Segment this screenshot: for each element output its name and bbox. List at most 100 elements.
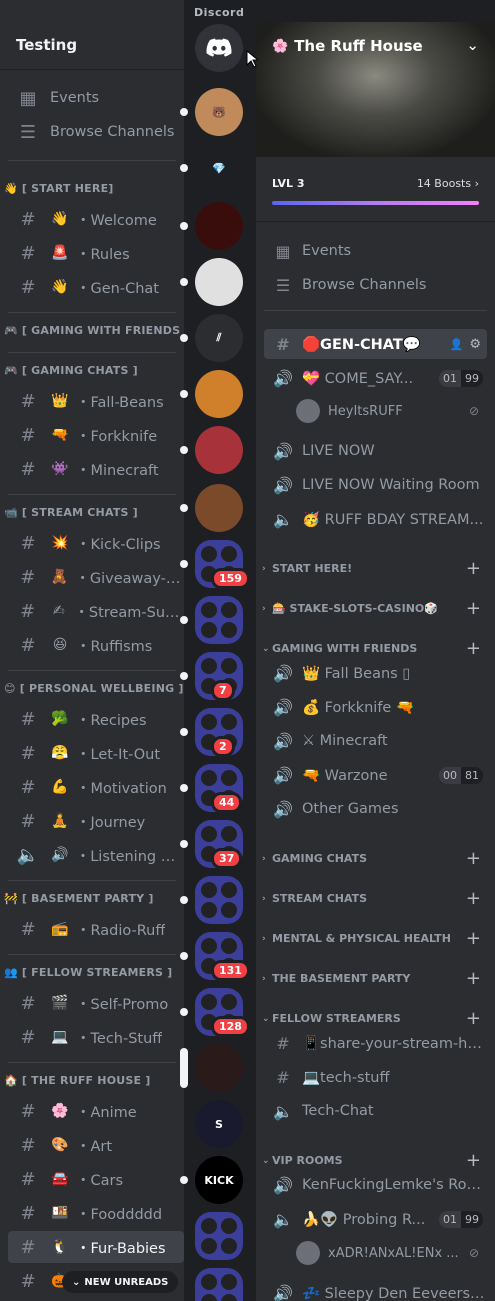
channel-item[interactable]: 🔊 Other Games (264, 794, 487, 824)
channel-item[interactable]: # 🚨 ・Rules (8, 237, 184, 269)
channel-item[interactable]: 🔊 KenFuckingLemke's Room (264, 1170, 487, 1200)
channel-item[interactable]: # 🥦 ・Recipes (8, 703, 184, 735)
unread-pip (180, 334, 188, 342)
category-header[interactable]: ⌄ GAMING WITH FRIENDS + (262, 638, 489, 659)
server-kick-icon[interactable]: KICK (195, 1156, 243, 1204)
channel-emoji: 👋 (51, 279, 69, 295)
channel-item[interactable]: # 🍱 ・Fooddddd (8, 1197, 184, 1229)
category-header[interactable]: › STREAM CHATS + (262, 888, 489, 909)
folder-2-icon[interactable] (195, 596, 243, 644)
chevron-down-icon[interactable]: ⌄ (466, 36, 479, 54)
create-channel-icon[interactable]: + (466, 848, 481, 869)
channel-item[interactable]: # 👾 ・Minecraft (8, 453, 184, 485)
channel-item[interactable]: # 💻 ・Tech-Stuff (8, 1021, 184, 1053)
channel-item[interactable]: # 👋 ・Gen-Chat (8, 271, 184, 303)
channel-item[interactable]: # 🧘 ・Journey (8, 805, 184, 837)
category-header[interactable]: 🏠 [ THE RUFF HOUSE ] (4, 1074, 150, 1087)
channel-item[interactable]: 🔈 🍌👽 Probing R... 01 99 (264, 1204, 487, 1234)
server-car-red-icon[interactable] (195, 426, 243, 474)
channel-item[interactable]: # 💪 ・Motivation (8, 771, 184, 803)
server-banner[interactable]: 🌸 The Ruff House ⌄ (256, 22, 495, 157)
channel-item[interactable]: # 🎬 ・Self-Promo (8, 987, 184, 1019)
category-header[interactable]: ⌄ FELLOW STREAMERS + (262, 1008, 489, 1029)
add-member-icon[interactable]: 👤 (450, 338, 464, 351)
channel-item[interactable]: # 👑 ・Fall-Beans (8, 385, 184, 417)
category-header[interactable]: › START HERE! + (262, 558, 489, 579)
events-item[interactable]: ▦ Events (8, 82, 184, 114)
channel-item[interactable]: # ✍ ・Stream-Sug... (8, 595, 184, 627)
channel-item[interactable]: 🔊 💝 COME_SAY... 01 99 (264, 363, 487, 393)
server-neon-icon[interactable]: S (195, 1100, 243, 1148)
create-channel-icon[interactable]: + (466, 638, 481, 659)
channel-item[interactable]: # 🛑GEN-CHAT💬 👤 ⚙ (264, 329, 487, 359)
channel-item[interactable]: # 💻tech-stuff (264, 1062, 487, 1092)
channel-item[interactable]: # 🔫 ・Forkknife (8, 419, 184, 451)
category-header[interactable]: › MENTAL & PHYSICAL HEALTH + (262, 928, 489, 949)
channel-item[interactable]: ☰ Browse Channels (264, 270, 487, 300)
gear-icon[interactable]: ⚙ (469, 337, 481, 352)
create-channel-icon[interactable]: + (466, 558, 481, 579)
channel-item[interactable]: 🔊 LIVE NOW Waiting Room (264, 470, 487, 500)
server-man-fire-icon[interactable] (195, 484, 243, 532)
server-man-orange-icon[interactable] (195, 370, 243, 418)
channel-label: ・Minecraft (76, 462, 159, 479)
channel-item[interactable]: 🔊 💤 Sleepy Den Eeveers ... (264, 1278, 487, 1301)
channel-item[interactable]: 🔊 LIVE NOW (264, 436, 487, 466)
channel-item[interactable]: # 😆 ・Ruffisms (8, 629, 184, 661)
new-unreads-pill[interactable]: ⌄ NEW UNREADS (62, 1271, 179, 1293)
category-header[interactable]: 📹 [ STREAM CHATS ] (4, 506, 138, 519)
channel-item[interactable]: 🔊 🔫 Warzone 00 81 (264, 760, 487, 790)
server-name-header[interactable]: Testing (0, 0, 184, 70)
folder-10-icon[interactable] (195, 1212, 243, 1260)
voice-user[interactable]: xADR!ANxAL!ENx ... ⊘ (296, 1238, 487, 1268)
channel-label: ・Radio-Ruff (76, 922, 166, 939)
folder-11-icon[interactable] (195, 1268, 243, 1301)
channel-item[interactable]: # 🧸 ・Giveaway-F... (8, 561, 184, 593)
channel-item[interactable]: 🔊 💰 Forkknife 🔫 (264, 692, 487, 722)
create-channel-icon[interactable]: + (466, 888, 481, 909)
channel-item[interactable]: # 👋 ・Welcome (8, 203, 184, 235)
server-title[interactable]: 🌸 The Ruff House (272, 37, 423, 55)
channel-item[interactable]: # 🐧 ・Fur-Babies (8, 1231, 184, 1263)
server-diamond-icon[interactable]: 💎 (195, 144, 243, 192)
server-stripes-icon[interactable]: ⫽ (195, 314, 243, 362)
category-header[interactable]: 👥 [ FELLOW STREAMERS ] (4, 966, 172, 979)
channel-item[interactable]: 🔈 🔊 ・Listening Ear (8, 839, 184, 871)
server-person-dark-icon[interactable] (195, 1044, 243, 1092)
folder-7-icon[interactable] (195, 876, 243, 924)
channel-item[interactable]: # 📻 ・Radio-Ruff (8, 913, 184, 945)
channel-item[interactable]: # 📱share-your-stream-he... (264, 1028, 487, 1058)
server-red-logo-icon[interactable] (195, 202, 243, 250)
channel-item[interactable]: 🔈 🥳 RUFF BDAY STREAM... (264, 504, 487, 534)
channel-item[interactable]: # 🌸 ・Anime (8, 1095, 184, 1127)
server-bear-icon[interactable]: 🐻 (195, 88, 243, 136)
channel-item[interactable]: # 🚘 ・Cars (8, 1163, 184, 1195)
channel-item[interactable]: 🔊 ⚔ Minecraft (264, 726, 487, 756)
boost-progress[interactable]: LVL 3 14 Boosts › (256, 157, 495, 222)
browse-channels-item[interactable]: ☰ Browse Channels (8, 116, 184, 148)
channel-item[interactable]: # 🎨 ・Art (8, 1129, 184, 1161)
create-channel-icon[interactable]: + (466, 928, 481, 949)
voice-user[interactable]: HeyItsRUFF ⊘ (296, 396, 487, 426)
category-header[interactable]: 😊 [ PERSONAL WELLBEING ] (4, 682, 184, 695)
discord-home-icon[interactable] (195, 24, 243, 72)
channel-item[interactable]: 🔈 Tech-Chat (264, 1096, 487, 1126)
create-channel-icon[interactable]: + (466, 598, 481, 619)
channel-item[interactable]: # 😤 ・Let-It-Out (8, 737, 184, 769)
channel-item[interactable]: ▦ Events (264, 236, 487, 266)
category-header[interactable]: ⌄ VIP ROOMS + (262, 1150, 489, 1171)
channel-item[interactable]: 🔊 👑 Fall Beans ▯ (264, 658, 487, 688)
category-header[interactable]: 🎮 [ GAMING WITH FRIENDS ] (4, 324, 184, 337)
create-channel-icon[interactable]: + (466, 1008, 481, 1029)
category-header[interactable]: › THE BASEMENT PARTY + (262, 968, 489, 989)
category-header[interactable]: › 🎰 STAKE-SLOTS-CASINO🎲 + (262, 598, 489, 619)
category-header[interactable]: 🚧 [ BASEMENT PARTY ] (4, 892, 154, 905)
channel-item[interactable]: # 💥 ・Kick-Clips (8, 527, 184, 559)
server-cartoon-face-icon[interactable] (195, 258, 243, 306)
category-header[interactable]: › GAMING CHATS + (262, 848, 489, 869)
category-header[interactable]: 🎮 [ GAMING CHATS ] (4, 364, 138, 377)
folder-grid-icon (201, 1218, 237, 1254)
create-channel-icon[interactable]: + (466, 1150, 481, 1171)
create-channel-icon[interactable]: + (466, 968, 481, 989)
category-header[interactable]: 👋 [ START HERE] (4, 182, 114, 195)
